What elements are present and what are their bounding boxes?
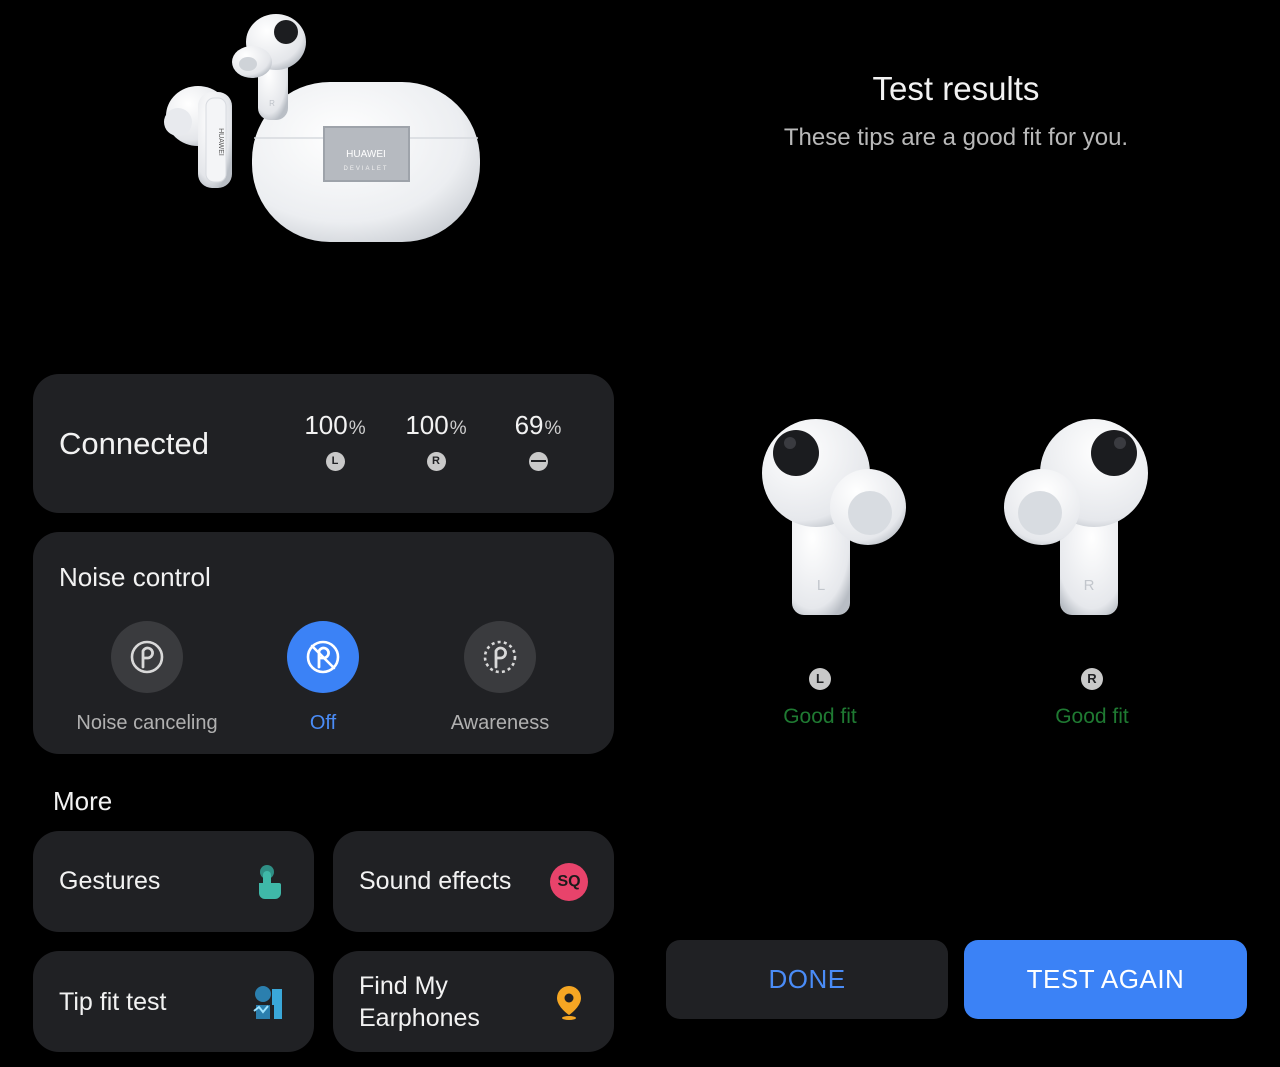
more-section-title: More (53, 786, 113, 816)
case-icon (528, 452, 548, 471)
battery-case-unit: % (544, 418, 562, 439)
earbuds-product-image: HUAWEI DEVIALET R HUAWEI (164, 14, 480, 242)
connection-status: Connected (59, 426, 209, 461)
left-earbud-image: L (762, 419, 906, 615)
mode-awareness[interactable]: Awareness (400, 621, 600, 735)
find-my-earphones-tile[interactable]: Find My Earphones (333, 951, 614, 1052)
case-brand-text: HUAWEI (346, 149, 386, 160)
mode-noise-canceling[interactable]: Noise canceling (47, 621, 247, 735)
gestures-tile[interactable]: Gestures (33, 831, 314, 932)
tip-fit-test-tile[interactable]: Tip fit test (33, 951, 314, 1052)
sq-badge-icon: SQ (550, 863, 588, 901)
noise-off-icon (306, 640, 340, 674)
right-mark-text: R (269, 99, 275, 108)
battery-right-unit: % (449, 418, 467, 439)
noise-off-button[interactable] (287, 621, 359, 693)
test-again-button[interactable]: TEST AGAIN (964, 940, 1247, 1019)
awareness-label: Awareness (450, 712, 550, 734)
tip-fit-test-label: Tip fit test (59, 988, 167, 1016)
done-button[interactable]: DONE (666, 940, 948, 1019)
battery-left: 100% L (290, 410, 380, 471)
test-results-title: Test results (872, 70, 1040, 107)
left-side-badge: L (809, 668, 831, 690)
battery-left-unit: % (348, 418, 366, 439)
case-sub-text: DEVIALET (343, 166, 388, 172)
right-fit-result: Good fit (1055, 705, 1129, 728)
noise-control-card: Noise control Noise canceling Off Awaren… (33, 532, 614, 754)
battery-left-value: 100 (304, 410, 348, 440)
noise-canceling-icon (130, 640, 164, 674)
gestures-label: Gestures (59, 867, 161, 895)
battery-right: 100% R (391, 410, 481, 471)
noise-canceling-button[interactable] (111, 621, 183, 693)
noise-canceling-label: Noise canceling (76, 712, 218, 734)
noise-control-title: Noise control (59, 562, 211, 592)
tip-fit-icon (253, 986, 282, 1019)
sound-effects-tile[interactable]: Sound effects SQ (333, 831, 614, 932)
awareness-button[interactable] (464, 621, 536, 693)
left-stem-mark: L (817, 577, 825, 594)
left-earbud-icon: L (325, 452, 345, 471)
battery-case-value: 69 (514, 410, 544, 440)
find-my-earphones-label-line2: Earphones (359, 1004, 480, 1032)
right-earbud-icon: R (426, 452, 446, 471)
connected-card[interactable]: Connected 100% L 100% R 69% (33, 374, 614, 513)
mode-off[interactable]: Off (223, 621, 423, 735)
test-results-subtitle: These tips are a good fit for you. (783, 124, 1129, 151)
sound-effects-label: Sound effects (359, 867, 512, 895)
stem-brand-text: HUAWEI (217, 128, 224, 156)
noise-off-label: Off (309, 712, 337, 734)
gesture-hand-icon (259, 865, 281, 899)
battery-right-value: 100 (405, 410, 449, 440)
find-my-earphones-label-line1: Find My (359, 972, 448, 1000)
awareness-icon (483, 640, 517, 674)
location-pin-icon (557, 986, 581, 1020)
right-earbud-image: R (1004, 419, 1148, 615)
right-side-badge: R (1081, 668, 1103, 690)
left-fit-result: Good fit (783, 705, 857, 728)
battery-case: 69% (493, 410, 583, 471)
right-stem-mark: R (1084, 577, 1095, 594)
